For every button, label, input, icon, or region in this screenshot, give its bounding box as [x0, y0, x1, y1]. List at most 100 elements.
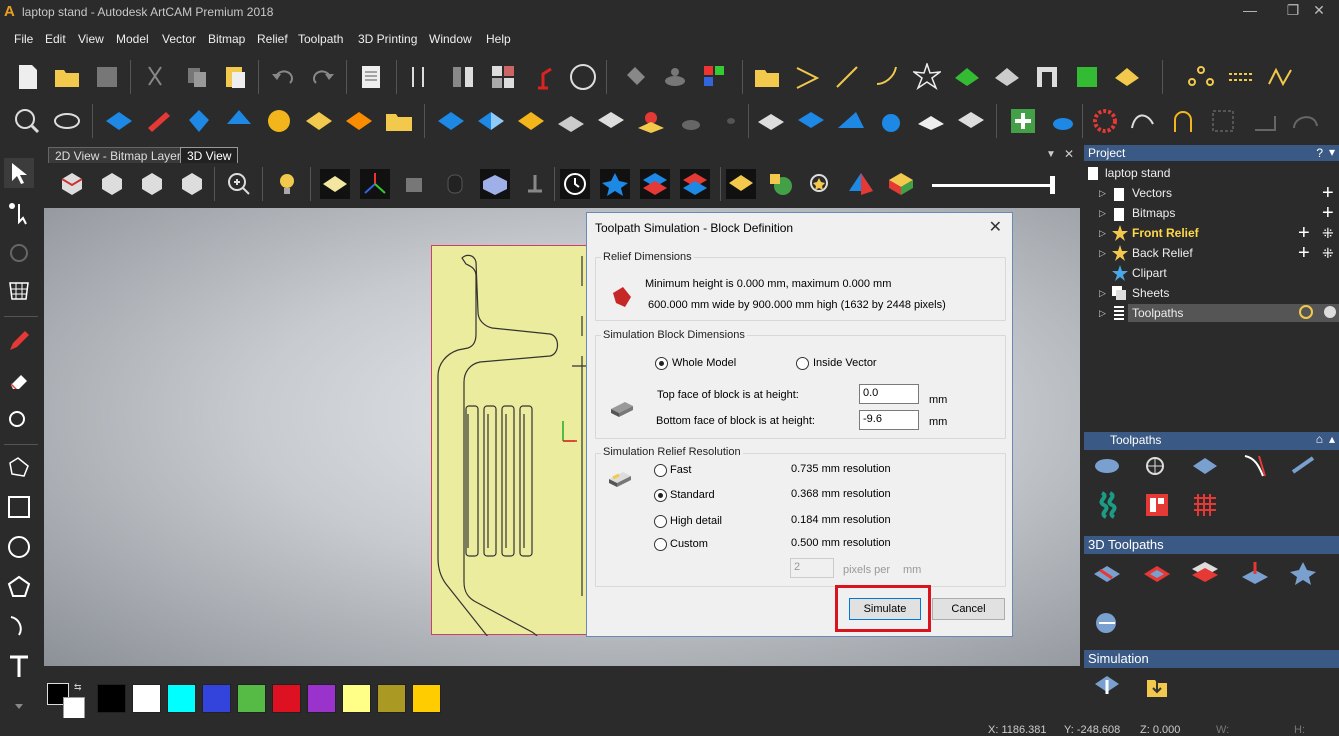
- dots-line-icon[interactable]: [1226, 62, 1256, 92]
- layer-stack-icon[interactable]: [660, 62, 690, 92]
- polyline-icon[interactable]: [4, 452, 34, 482]
- top-face-input[interactable]: 0.0: [859, 384, 919, 404]
- rest-machining-icon[interactable]: [1240, 558, 1270, 588]
- merge-icon[interactable]: [436, 106, 466, 136]
- copy-icon[interactable]: [182, 62, 212, 92]
- toolpath-bulb-icon[interactable]: [1298, 305, 1314, 324]
- tree-back-relief[interactable]: Back Relief: [1132, 246, 1193, 260]
- transform-icon[interactable]: [568, 62, 598, 92]
- tree-vectors[interactable]: Vectors: [1132, 186, 1172, 200]
- pyramid-icon[interactable]: [846, 169, 876, 199]
- menu-view[interactable]: View: [78, 32, 104, 46]
- toolpaths-collapse-icon[interactable]: ▴: [1329, 432, 1335, 446]
- undo-icon[interactable]: [268, 62, 298, 92]
- machine-relief-icon[interactable]: [1092, 558, 1122, 588]
- blue-layers-icon[interactable]: [640, 169, 670, 199]
- text-icon[interactable]: [4, 652, 34, 682]
- menu-vector[interactable]: Vector: [162, 32, 196, 46]
- weave-gold-icon[interactable]: [264, 106, 294, 136]
- swatch-white[interactable]: [132, 684, 161, 713]
- open-folder-icon[interactable]: [52, 62, 82, 92]
- blue-star-icon[interactable]: [600, 169, 630, 199]
- star-folder-2-icon[interactable]: [384, 106, 414, 136]
- custom-radio[interactable]: [654, 538, 667, 551]
- feature-machining-icon[interactable]: [1092, 608, 1122, 638]
- menu-file[interactable]: File: [14, 32, 33, 46]
- project-help-icon[interactable]: ?: [1316, 146, 1323, 160]
- toolpaths-home-icon[interactable]: ⌂: [1316, 432, 1323, 446]
- cylinder-icon[interactable]: [440, 169, 470, 199]
- swatch-olive[interactable]: [377, 684, 406, 713]
- tabs-dropdown-icon[interactable]: ▼: [1046, 149, 1056, 160]
- menu-model[interactable]: Model: [116, 32, 149, 46]
- red-dome-icon[interactable]: [636, 106, 666, 136]
- swatch-red[interactable]: [272, 684, 301, 713]
- fillet-icon[interactable]: [1250, 106, 1280, 136]
- gold-plate-icon[interactable]: [304, 106, 334, 136]
- expand-bitmaps-icon[interactable]: ▷: [1099, 208, 1106, 219]
- stripes-icon[interactable]: [516, 106, 546, 136]
- zoom-in-icon[interactable]: [224, 169, 254, 199]
- sculpt-icon[interactable]: [756, 106, 786, 136]
- front-relief-grid-icon[interactable]: ⁜: [1322, 225, 1334, 241]
- zoom-slider-track[interactable]: [932, 184, 1054, 187]
- iso-view-red-icon[interactable]: [57, 169, 87, 199]
- inlay-icon[interactable]: [1142, 490, 1172, 520]
- green-relief-icon[interactable]: [952, 62, 982, 92]
- layers-3d-icon[interactable]: [1190, 558, 1220, 588]
- arch-icon[interactable]: [1168, 106, 1198, 136]
- dark-cylinder-icon[interactable]: [676, 106, 706, 136]
- rectangle-icon[interactable]: [4, 492, 34, 522]
- small-cylinder-icon[interactable]: [716, 106, 746, 136]
- bezier-icon[interactable]: [1128, 106, 1158, 136]
- paste-icon[interactable]: [220, 62, 250, 92]
- green-spiral-icon[interactable]: [1092, 490, 1122, 520]
- blue-slope-icon[interactable]: [836, 106, 866, 136]
- red-bevel-icon[interactable]: [144, 106, 174, 136]
- iso-view-icon[interactable]: [97, 169, 127, 199]
- white-plate-icon[interactable]: [916, 106, 946, 136]
- add-front-relief-icon[interactable]: +: [1298, 223, 1310, 243]
- menu-3d-printing[interactable]: 3D Printing: [358, 32, 417, 46]
- high-detail-radio[interactable]: [654, 515, 667, 528]
- select-arrow-icon[interactable]: [4, 158, 34, 188]
- menu-bitmap[interactable]: Bitmap: [208, 32, 245, 46]
- yellow-plate-icon[interactable]: [726, 169, 756, 199]
- area-clear-icon[interactable]: [1190, 450, 1220, 480]
- red-layers-icon[interactable]: [680, 169, 710, 199]
- fluting-icon[interactable]: [1288, 450, 1318, 480]
- blue-spin-icon[interactable]: [224, 106, 254, 136]
- menu-toolpath[interactable]: Toolpath: [298, 32, 343, 46]
- tree-project[interactable]: laptop stand: [1105, 166, 1170, 180]
- size-icon[interactable]: [408, 62, 438, 92]
- z-level-icon[interactable]: [1142, 558, 1172, 588]
- grid-toolpath-icon[interactable]: [1190, 490, 1220, 520]
- minimize-button[interactable]: —: [1230, 2, 1270, 22]
- raise-icon[interactable]: [556, 106, 586, 136]
- simulate-toolpath-icon[interactable]: [1092, 672, 1122, 702]
- tile-icon[interactable]: [488, 62, 518, 92]
- blue-diamond-icon[interactable]: [104, 106, 134, 136]
- redo-icon[interactable]: [308, 62, 338, 92]
- swatch-green[interactable]: [237, 684, 266, 713]
- eraser-icon[interactable]: [4, 366, 34, 396]
- tab-2d-view[interactable]: 2D View - Bitmap Layer: [48, 147, 188, 163]
- node-select-icon[interactable]: [4, 198, 34, 228]
- blend-icon[interactable]: [476, 106, 506, 136]
- swap-colors-icon[interactable]: ⇆: [74, 682, 82, 693]
- fast-radio[interactable]: [654, 464, 667, 477]
- block-icon[interactable]: [480, 169, 510, 199]
- axes-icon[interactable]: [360, 169, 390, 199]
- texture-icon[interactable]: [1072, 62, 1102, 92]
- new-file-icon[interactable]: [13, 62, 43, 92]
- green-shapes-icon[interactable]: [766, 169, 796, 199]
- light-bulb-icon[interactable]: [272, 169, 302, 199]
- standard-radio[interactable]: [654, 489, 667, 502]
- iso-view-2-icon[interactable]: [137, 169, 167, 199]
- lamp-icon[interactable]: [528, 62, 558, 92]
- add-bitmap-icon[interactable]: +: [1322, 203, 1334, 223]
- star-relief-toolpath-icon[interactable]: [1288, 558, 1318, 588]
- whole-model-radio[interactable]: [655, 357, 668, 370]
- offset-icon[interactable]: [1290, 106, 1320, 136]
- tree-bitmaps[interactable]: Bitmaps: [1132, 206, 1175, 220]
